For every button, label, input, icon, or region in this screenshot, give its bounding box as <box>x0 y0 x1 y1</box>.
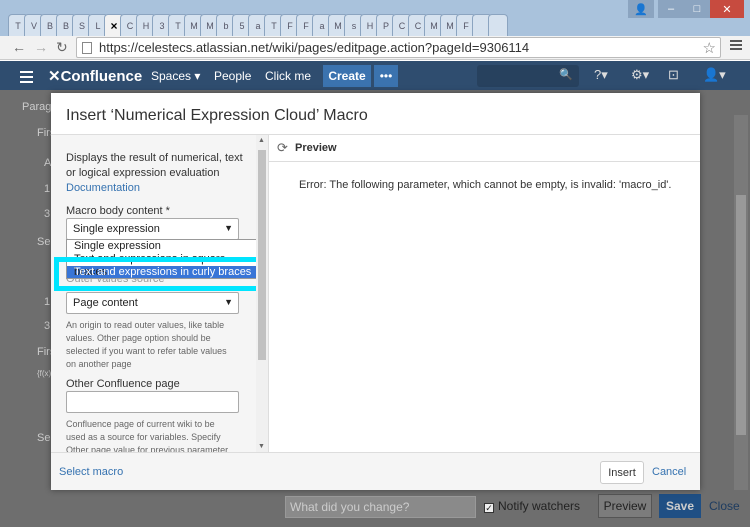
address-bar[interactable]: https://celestecs.atlassian.net/wiki/pag… <box>76 37 721 58</box>
documentation-link[interactable]: Documentation <box>66 182 140 194</box>
insert-button[interactable]: Insert <box>600 461 644 484</box>
comment-input[interactable]: What did you change? <box>285 496 476 518</box>
macro-body-value: Single expression <box>73 223 160 235</box>
notify-label: Notify watchers <box>498 499 581 513</box>
browser-tab[interactable] <box>488 14 508 36</box>
forward-arrow-icon[interactable]: → <box>34 39 48 55</box>
bg-fragment: 1 <box>44 296 51 308</box>
cancel-link[interactable]: Cancel <box>652 466 686 478</box>
highlight-box <box>54 257 268 291</box>
refresh-icon[interactable]: ⟳ <box>277 140 288 156</box>
profile-icon[interactable]: 👤 <box>628 0 654 18</box>
bookmark-star-icon[interactable]: ☆ <box>703 39 716 57</box>
outer-values-select[interactable]: Page content ▼ <box>66 292 239 314</box>
preview-header: ⟳ Preview <box>269 135 700 162</box>
tab-list: T V B B S L × C H 3 T M Mb 5 a T F Fa Ms H P C C M M F <box>8 14 508 36</box>
page-icon <box>82 42 92 54</box>
dialog-title: Insert ‘Numerical Expression Cloud’ Macr… <box>66 107 368 124</box>
notifications-icon[interactable]: ⊡ <box>668 67 679 83</box>
other-page-label: Other Confluence page <box>66 378 180 390</box>
macro-description: Displays the result of numerical, text <box>66 152 243 164</box>
preview-pane: ⟳ Preview Error: The following parameter… <box>269 135 700 452</box>
other-page-help: Confluence page of current wiki to be us… <box>66 419 229 452</box>
settings-gear-icon[interactable]: ⚙▾ <box>631 67 649 83</box>
close-window-button[interactable]: ✕ <box>710 0 744 18</box>
close-link[interactable]: Close <box>709 499 740 513</box>
scroll-up-icon[interactable]: ▲ <box>258 137 265 144</box>
scroll-down-icon[interactable]: ▼ <box>258 443 265 450</box>
page-scrollbar[interactable] <box>734 115 748 490</box>
search-input[interactable]: 🔍 <box>477 65 579 87</box>
create-button[interactable]: Create <box>323 65 371 87</box>
scroll-thumb[interactable] <box>258 150 266 360</box>
outer-values-help: An origin to read outer values, like tab… <box>66 320 227 369</box>
minimize-button[interactable]: – <box>658 0 684 18</box>
browser-tabstrip: T V B B S L × C H 3 T M Mb 5 a T F Fa Ms H P C C M M F 👤 – □ ✕ <box>0 0 750 36</box>
bg-fragment: 3 <box>44 320 51 332</box>
macro-body-select[interactable]: Single expression ▼ <box>66 218 239 240</box>
maximize-button[interactable]: □ <box>684 0 710 18</box>
window-controls: 👤 – □ ✕ <box>628 0 744 18</box>
browser-toolbar: ← → ↻ https://celestecs.atlassian.net/wi… <box>0 36 750 60</box>
help-icon[interactable]: ?▾ <box>594 67 608 83</box>
search-icon: 🔍 <box>559 69 573 81</box>
confluence-logo[interactable]: ✕Confluence <box>48 67 142 85</box>
checkbox-icon[interactable]: ✓ <box>484 503 494 513</box>
bg-fragment: 1 <box>44 183 51 195</box>
outer-values-value: Page content <box>73 297 138 309</box>
browser-menu-icon[interactable] <box>730 40 742 52</box>
create-more-button[interactable]: ••• <box>374 65 398 87</box>
dropdown-option[interactable]: Single expression <box>67 240 258 253</box>
macro-description: or logical expression evaluation <box>66 167 220 179</box>
back-arrow-icon[interactable]: ← <box>12 39 26 55</box>
nav-people[interactable]: People <box>214 69 251 83</box>
bg-fragment: 3 <box>44 208 51 220</box>
preview-button[interactable]: Preview <box>598 494 652 518</box>
nav-spaces[interactable]: Spaces ▾ <box>151 69 200 83</box>
url-text: https://celestecs.atlassian.net/wiki/pag… <box>99 40 530 55</box>
notify-watchers-checkbox[interactable]: ✓ Notify watchers <box>484 499 580 513</box>
other-page-input[interactable] <box>66 391 239 413</box>
nav-click-me[interactable]: Click me <box>265 69 311 83</box>
user-avatar-icon[interactable]: 👤▾ <box>703 67 726 83</box>
macro-body-label: Macro body content * <box>66 205 170 217</box>
dialog-footer: Select macro Insert Cancel <box>51 452 700 490</box>
app-switcher-icon[interactable] <box>20 71 33 86</box>
dropdown-arrow-icon: ▼ <box>224 297 233 307</box>
reload-icon[interactable]: ↻ <box>56 39 68 56</box>
pane-scrollbar[interactable]: ▲ ▼ <box>256 135 268 452</box>
select-macro-link[interactable]: Select macro <box>59 466 123 478</box>
confluence-header: ✕Confluence Spaces ▾ People Click me Cre… <box>0 61 750 90</box>
preview-label: Preview <box>295 142 337 154</box>
macro-parameters-pane: Displays the result of numerical, text o… <box>51 135 268 452</box>
error-message: Error: The following parameter, which ca… <box>299 179 672 191</box>
macro-dialog: Insert ‘Numerical Expression Cloud’ Macr… <box>51 93 700 490</box>
bg-fragment: {f(x) <box>37 369 52 378</box>
save-button[interactable]: Save <box>659 494 701 518</box>
dropdown-arrow-icon: ▼ <box>224 223 233 233</box>
